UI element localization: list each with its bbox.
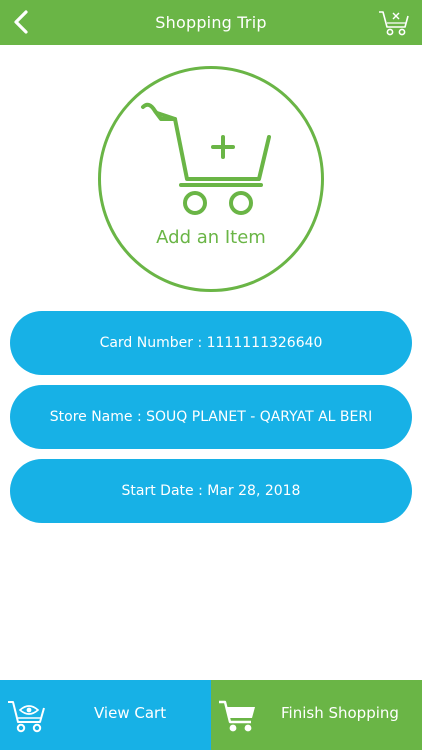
view-cart-button[interactable]: View Cart — [0, 680, 211, 750]
clear-cart-button[interactable] — [378, 8, 412, 38]
cart-icon — [219, 700, 255, 732]
store-name-text: Store Name : SOUQ PLANET - QARYAT AL BER… — [49, 409, 373, 425]
add-item-label: Add an Item — [156, 227, 266, 248]
header-bar: Shopping Trip — [0, 0, 422, 45]
cart-view-icon — [8, 701, 45, 733]
bottom-action-bar: View Cart Finish Shopping — [0, 680, 422, 750]
cart-add-icon — [141, 102, 271, 215]
cart-remove-icon — [379, 11, 409, 36]
store-name-pill: Store Name : SOUQ PLANET - QARYAT AL BER… — [10, 385, 412, 449]
finish-shopping-label: Finish Shopping — [281, 704, 399, 722]
finish-shopping-button[interactable]: Finish Shopping — [211, 680, 422, 750]
shopping-trip-screen: Shopping Trip Add an Item Card Number: … — [0, 0, 422, 750]
card-number-text: Card Number : 1111111326640 — [99, 335, 323, 351]
back-button[interactable] — [6, 6, 36, 38]
chevron-left-icon — [14, 10, 28, 34]
add-item-button[interactable]: Add an Item — [98, 66, 324, 292]
view-cart-label: View Cart — [94, 704, 167, 722]
card-number-pill: Card Number : 1111111326640 — [10, 311, 412, 375]
start-date-pill: Start Date : Mar 28, 2018 — [10, 459, 412, 523]
start-date-text: Start Date : Mar 28, 2018 — [121, 483, 301, 499]
page-title: Shopping Trip — [155, 13, 267, 32]
